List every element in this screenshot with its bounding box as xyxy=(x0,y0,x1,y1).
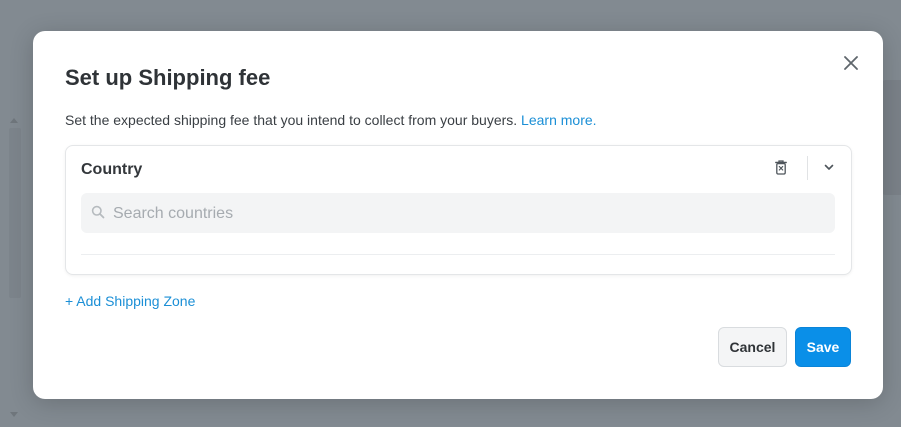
modal-title: Set up Shipping fee xyxy=(65,65,271,90)
close-icon xyxy=(844,56,858,70)
card-divider xyxy=(81,254,835,255)
add-shipping-zone-link[interactable]: + Add Shipping Zone xyxy=(65,293,195,309)
learn-more-link[interactable]: Learn more. xyxy=(521,112,596,128)
description-text: Set the expected shipping fee that you i… xyxy=(65,112,518,128)
background-scroll-up-arrow xyxy=(10,118,18,123)
trash-icon xyxy=(775,160,787,175)
shipping-fee-modal: Set up Shipping fee Set the expected shi… xyxy=(33,31,883,399)
background-card xyxy=(880,80,901,195)
chevron-down-icon xyxy=(824,164,834,170)
search-input[interactable] xyxy=(111,193,825,235)
save-button[interactable]: Save xyxy=(795,327,851,367)
background-scrollbar xyxy=(9,128,21,298)
search-icon xyxy=(91,205,105,219)
header-divider xyxy=(807,156,808,180)
cancel-button[interactable]: Cancel xyxy=(718,327,787,367)
background-scroll-down-arrow xyxy=(10,412,18,417)
zone-title: Country xyxy=(81,161,143,178)
delete-zone-button[interactable] xyxy=(775,160,791,178)
shipping-zone-card: Country xyxy=(65,145,852,275)
expand-zone-button[interactable] xyxy=(823,160,839,176)
modal-description: Set the expected shipping fee that you i… xyxy=(65,112,597,128)
country-search-field xyxy=(81,193,835,235)
close-button[interactable] xyxy=(841,53,861,73)
